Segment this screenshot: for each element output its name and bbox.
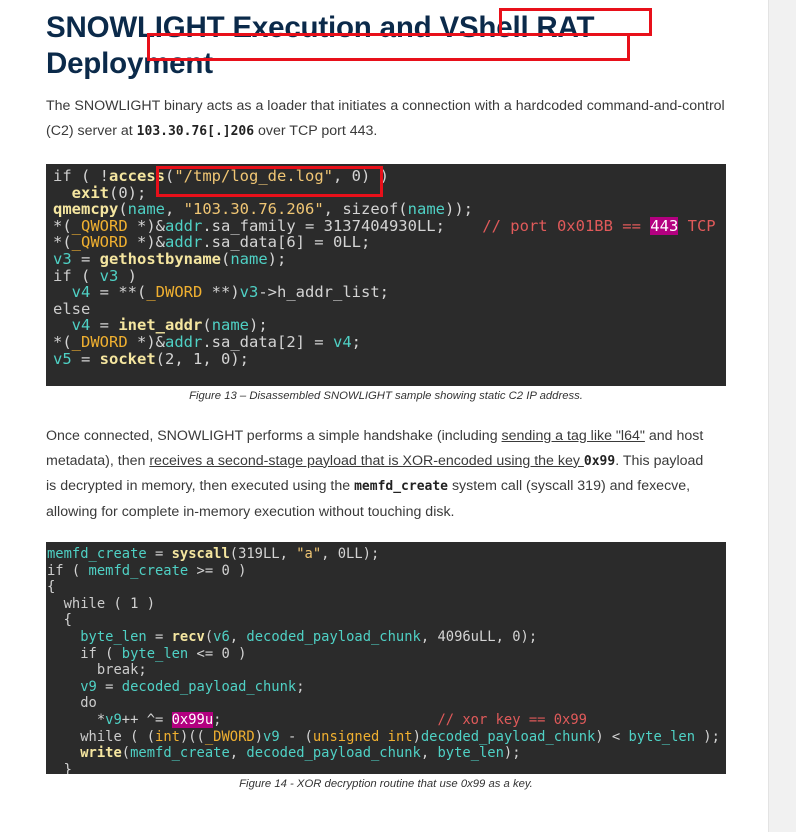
figure-13-caption: Figure 13 – Disassembled SNOWLIGHT sampl… [189,390,583,402]
page-title: SNOWLIGHT Execution and VShell RAT Deplo… [46,11,595,80]
code-block-figure-13: if ( !access("/tmp/log_de.log", 0) ) exi… [46,164,726,386]
para2-line3-b: system call (syscall 319) and fexecve, [448,478,691,494]
para2-line1-a: Once connected, SNOWLIGHT performs a sim… [46,428,502,444]
figure-14-caption: Figure 14 - XOR decryption routine that … [239,778,533,790]
memfd-create-code: memfd_create [354,479,449,494]
code-block-figure-14: memfd_create = syscall(319LL, "a", 0LL);… [46,542,726,774]
paragraph-handshake: Once connected, SNOWLIGHT performs a sim… [46,424,726,524]
article-content: SNOWLIGHT Execution and VShell RAT Deplo… [46,8,726,796]
c2-ip-code: 103.30.76[.]206 [136,123,255,139]
para2-line1-b: and host [644,428,704,444]
para2-line2-a: metadata), then [46,452,150,469]
para2-line2-b: . This payload [615,452,704,469]
para2-line3: is decrypted in memory, then executed us… [46,478,355,494]
intro-text-after: over TCP port 443. [254,122,378,139]
para2-payload-text: receives a second-stage payload that is … [149,452,584,469]
para2-line4: allowing for complete in-memory executio… [46,503,455,520]
xor-key-code: 0x99 [583,453,616,469]
intro-paragraph: The SNOWLIGHT binary acts as a loader th… [46,94,726,144]
scrollbar-track[interactable] [768,0,796,832]
para2-tag-text: sending a tag like "l64" [501,428,645,444]
